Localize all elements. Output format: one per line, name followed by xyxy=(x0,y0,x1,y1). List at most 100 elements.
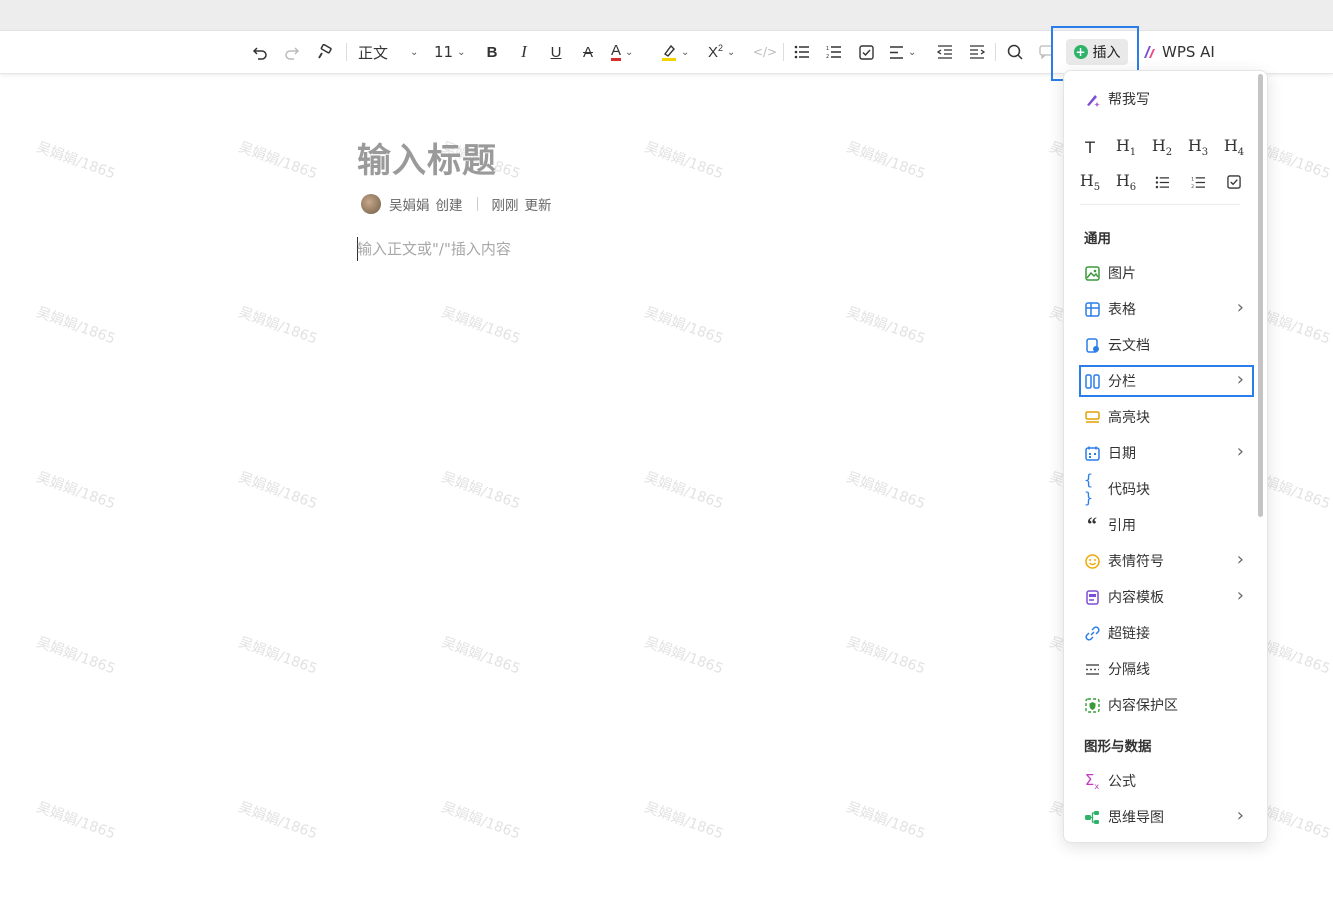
bullet-list-icon[interactable] xyxy=(1147,170,1177,194)
menu-item-image[interactable]: 图片 xyxy=(1080,258,1252,288)
menu-item-protect[interactable]: 内容保护区 xyxy=(1080,690,1252,720)
image-icon xyxy=(1084,265,1100,281)
menu-item-label: 表格 xyxy=(1108,302,1136,318)
watermark-text: 吴娟娟/1865 xyxy=(844,304,928,348)
watermark-text: 吴娟娟/1865 xyxy=(236,634,320,678)
ai-pen-icon xyxy=(1084,91,1100,107)
chevron-down-icon: ⌄ xyxy=(625,46,634,58)
calendar-icon xyxy=(1084,445,1100,461)
numbered-list-icon[interactable]: 12 xyxy=(1183,170,1213,194)
menu-item-template[interactable]: 内容模板 › xyxy=(1080,582,1252,612)
watermark-text: 吴娟娟/1865 xyxy=(34,139,118,183)
template-icon xyxy=(1084,589,1100,605)
font-color-button[interactable]: A ⌄ xyxy=(611,40,651,64)
watermark-text: 吴娟娟/1865 xyxy=(439,304,523,348)
font-size-select[interactable]: 11 ⌄ xyxy=(434,40,470,64)
watermark-text: 吴娟娟/1865 xyxy=(34,304,118,348)
code-block-icon: { } xyxy=(1084,471,1094,507)
paragraph-style-select[interactable]: 正文 ⌄ xyxy=(358,40,422,64)
heading-4-button[interactable]: H4 xyxy=(1219,135,1249,159)
updated-time: 刚刚 xyxy=(491,198,519,214)
heading-3-button[interactable]: H3 xyxy=(1183,135,1213,159)
document-title-placeholder[interactable]: 输入标题 xyxy=(357,133,497,182)
numbered-list-icon[interactable]: 12 xyxy=(825,40,843,64)
menu-item-mindmap[interactable]: 思维导图 › xyxy=(1080,802,1252,832)
menu-item-formula[interactable]: Σx 公式 xyxy=(1080,766,1252,796)
divider-icon xyxy=(1084,661,1100,677)
watermark-text: 吴娟娟/1865 xyxy=(236,139,320,183)
watermark-text: 吴娟娟/1865 xyxy=(642,304,726,348)
format-painter-icon[interactable] xyxy=(315,40,335,64)
redo-icon[interactable] xyxy=(282,40,302,64)
heading-label: H3 xyxy=(1187,135,1209,159)
menu-item-label: 代码块 xyxy=(1108,482,1150,498)
chevron-down-icon: ⌄ xyxy=(410,46,419,58)
svg-text:1: 1 xyxy=(826,46,829,52)
wps-ai-label: WPS AI xyxy=(1162,43,1215,61)
checkbox-list-icon[interactable] xyxy=(1219,170,1249,194)
section-title-general: 通用 xyxy=(1084,231,1111,247)
watermark-text: 吴娟娟/1865 xyxy=(844,469,928,513)
heading-label: H1 xyxy=(1115,135,1137,159)
emoji-icon xyxy=(1084,553,1100,569)
menu-item-quote[interactable]: “ 引用 xyxy=(1080,510,1252,540)
search-icon[interactable] xyxy=(1005,40,1025,64)
watermark-text: 吴娟娟/1865 xyxy=(642,634,726,678)
toolbar-separator xyxy=(995,43,996,61)
underline-icon[interactable]: U xyxy=(547,40,565,64)
menu-item-calendar[interactable]: 日期 › xyxy=(1080,438,1252,468)
author-name: 吴娟娟 xyxy=(389,198,430,214)
menu-scrollbar[interactable] xyxy=(1258,74,1263,517)
align-button[interactable]: ⌄ xyxy=(889,40,923,64)
strikethrough-icon[interactable]: A xyxy=(579,40,597,64)
menu-item-divider[interactable]: 分隔线 xyxy=(1080,654,1252,684)
heading-2-button[interactable]: H2 xyxy=(1147,135,1177,159)
inline-code-icon[interactable]: </> xyxy=(753,40,777,64)
menu-item-highlight-block[interactable]: 高亮块 xyxy=(1080,402,1252,432)
wps-ai-button[interactable]: WPS AI xyxy=(1142,41,1215,63)
document-body-placeholder[interactable]: 输入正文或"/"插入内容 xyxy=(357,238,511,259)
align-left-icon xyxy=(890,45,903,59)
indent-icon[interactable] xyxy=(968,40,986,64)
heading-5-button[interactable]: H5 xyxy=(1075,170,1105,194)
menu-item-link[interactable]: 超链接 xyxy=(1080,618,1252,648)
undo-icon[interactable] xyxy=(250,40,270,64)
heading-1-button[interactable]: H1 xyxy=(1111,135,1141,159)
chevron-right-icon: › xyxy=(1236,441,1244,462)
table-icon xyxy=(1084,301,1100,317)
menu-item-emoji[interactable]: 表情符号 › xyxy=(1080,546,1252,576)
menu-item-code-block[interactable]: { } 代码块 xyxy=(1080,471,1252,507)
superscript-button[interactable]: X2 ⌄ xyxy=(708,40,744,64)
chevron-down-icon: ⌄ xyxy=(681,46,690,58)
watermark-text: 吴娟娟/1865 xyxy=(439,469,523,513)
outdent-icon[interactable] xyxy=(936,40,954,64)
svg-text:1: 1 xyxy=(1191,176,1194,182)
italic-icon[interactable]: I xyxy=(515,40,533,64)
menu-item-label: 超链接 xyxy=(1108,626,1150,642)
menu-divider xyxy=(1080,204,1240,205)
link-icon xyxy=(1084,625,1100,641)
heading-label: H2 xyxy=(1151,135,1173,159)
chevron-right-icon: › xyxy=(1236,805,1244,826)
bullet-list-icon[interactable] xyxy=(793,40,811,64)
toolbar-separator xyxy=(346,43,347,61)
watermark-text: 吴娟娟/1865 xyxy=(236,304,320,348)
protect-icon xyxy=(1084,697,1100,713)
checkbox-list-icon[interactable] xyxy=(857,40,875,64)
chevron-down-icon: ⌄ xyxy=(457,46,466,58)
menu-item-cloud-doc[interactable]: 云文档 xyxy=(1080,330,1252,360)
heading-6-button[interactable]: H6 xyxy=(1111,170,1141,194)
highlight-color-button[interactable]: ⌄ xyxy=(661,40,701,64)
created-label: 创建 xyxy=(435,198,463,214)
watermark-text: 吴娟娟/1865 xyxy=(844,139,928,183)
menu-item-label: 图片 xyxy=(1108,266,1136,282)
menu-item-label: 内容模板 xyxy=(1108,590,1164,606)
highlight-block-icon xyxy=(1084,409,1100,425)
bold-icon[interactable]: B xyxy=(483,40,501,64)
wps-ai-logo-icon xyxy=(1144,46,1155,58)
menu-item-ai-write[interactable]: 帮我写 xyxy=(1080,84,1252,114)
menu-item-label: 表情符号 xyxy=(1108,554,1164,570)
formula-icon: Σx xyxy=(1084,771,1100,791)
heading-text-button[interactable]: T xyxy=(1075,135,1105,159)
menu-item-table[interactable]: 表格 › xyxy=(1080,294,1252,324)
